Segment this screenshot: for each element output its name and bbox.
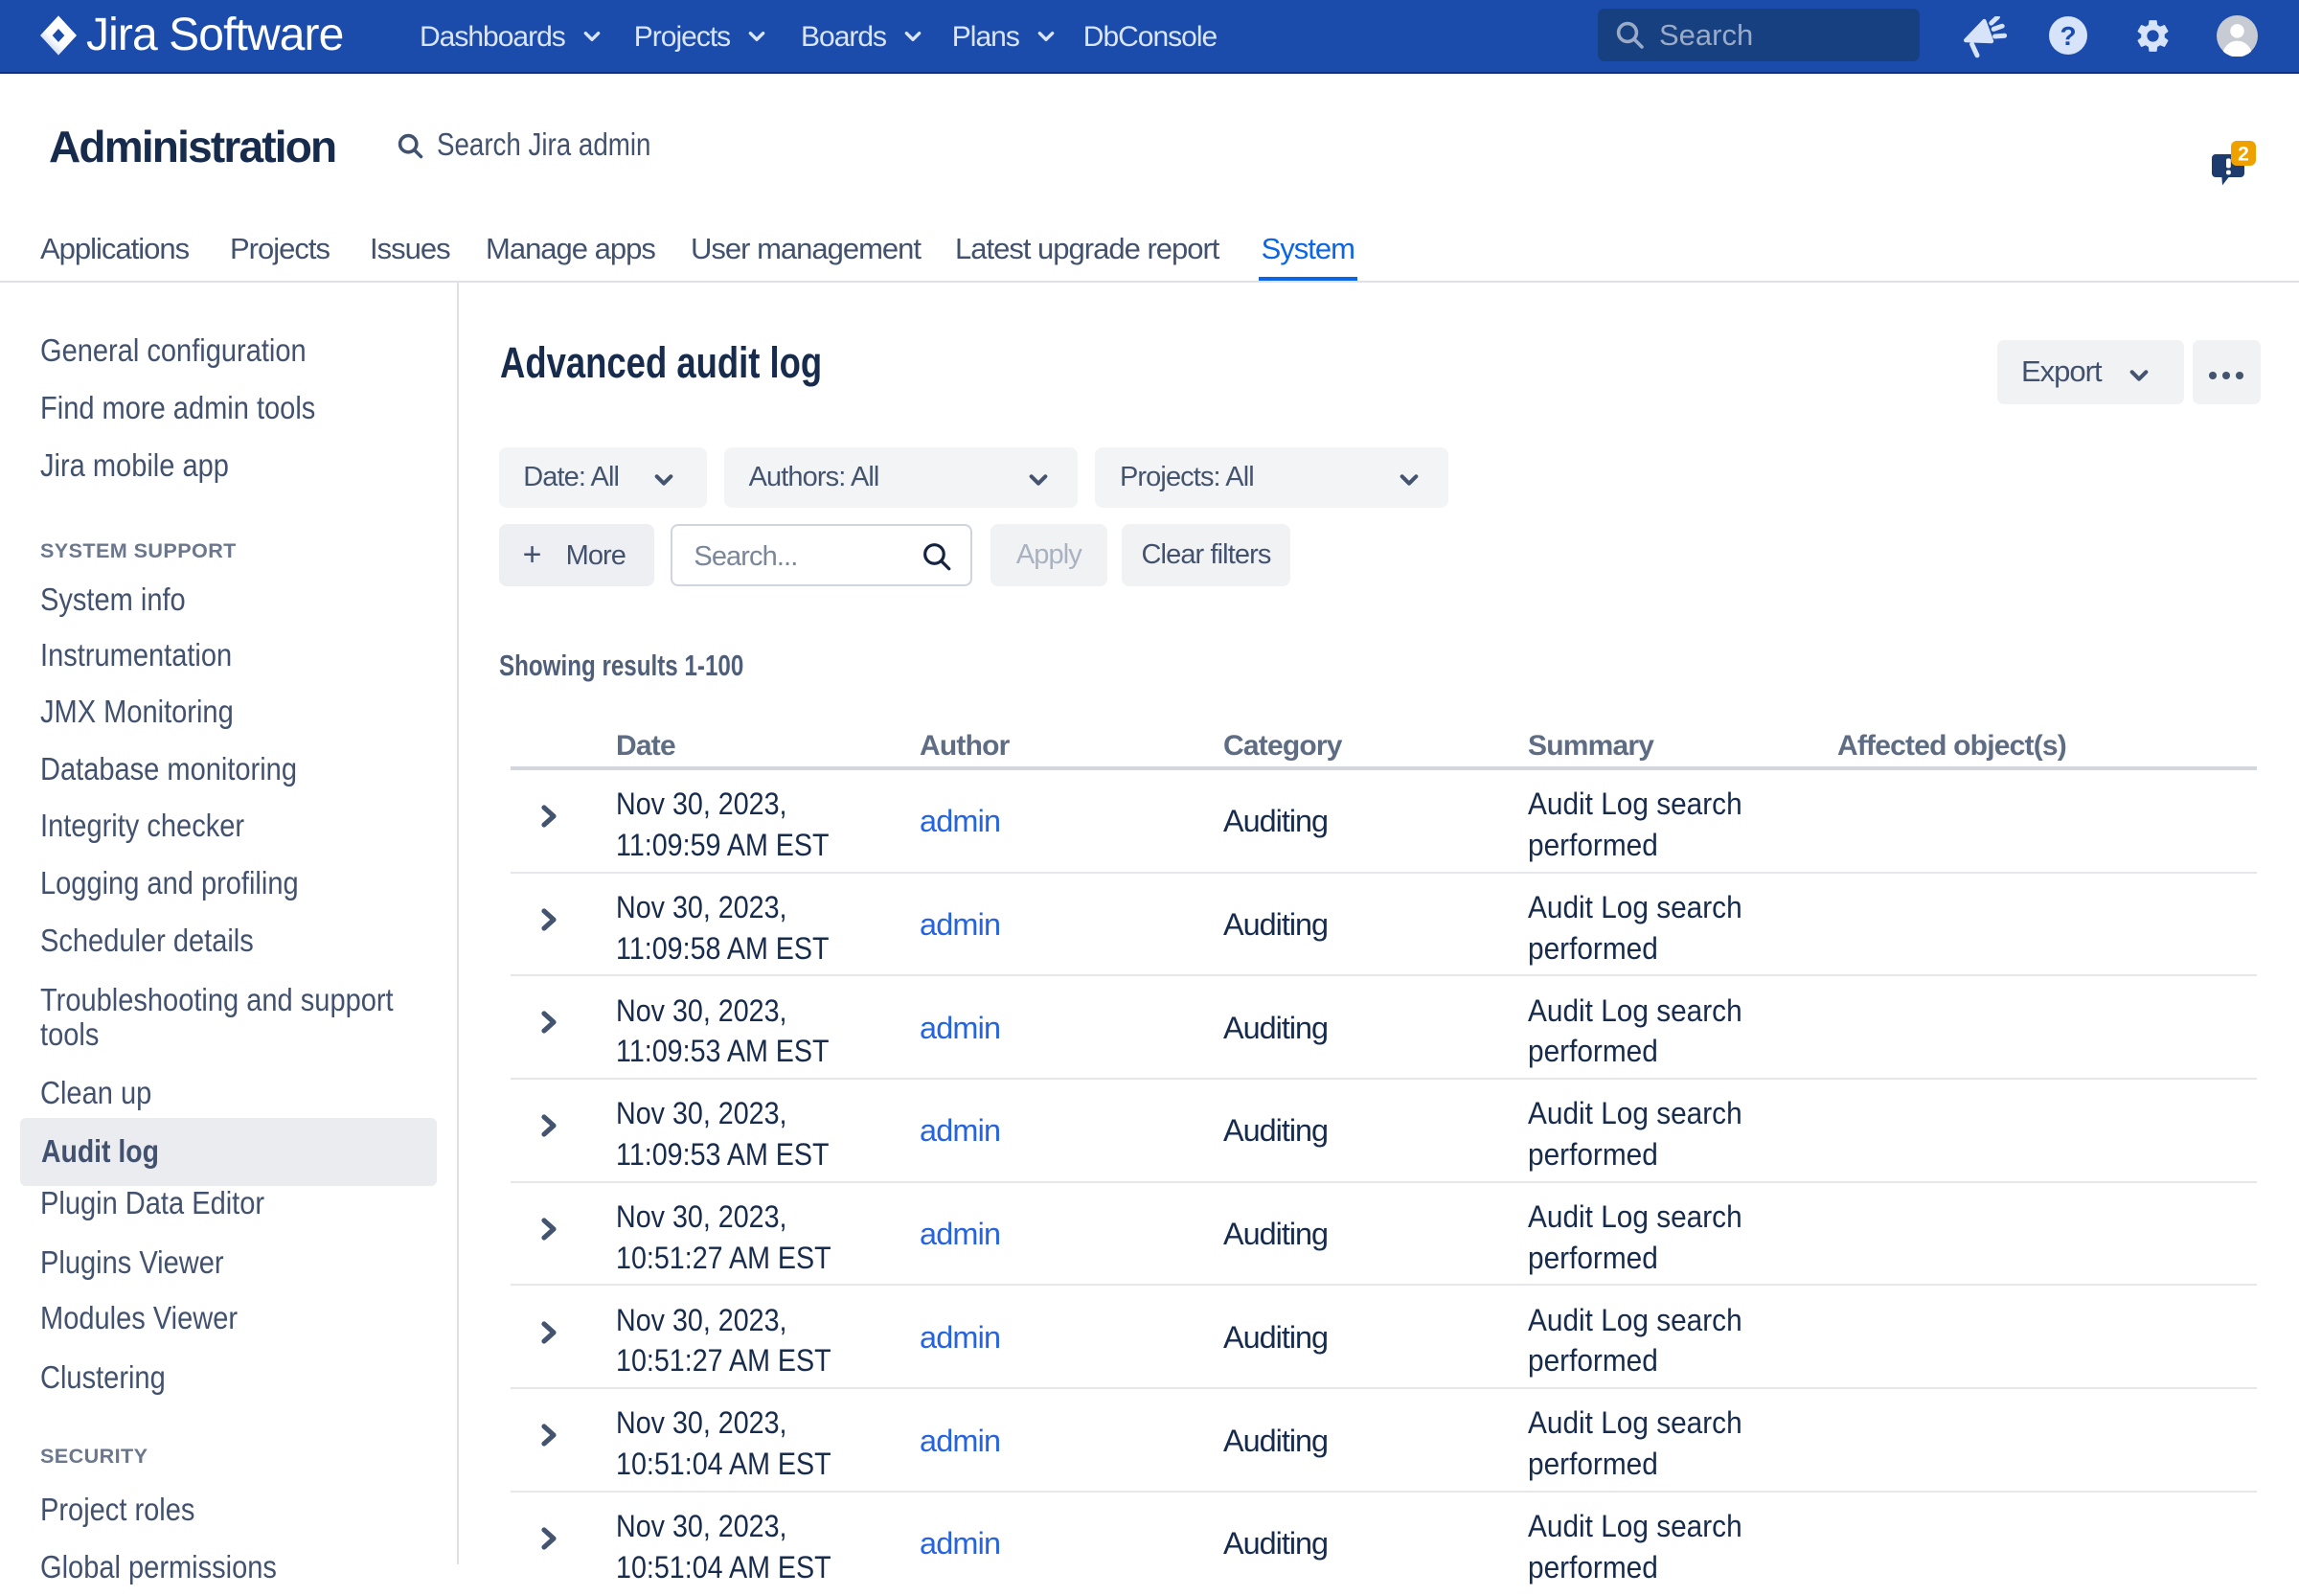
svg-text:?: ? bbox=[2060, 21, 2076, 51]
svg-text:2: 2 bbox=[2238, 143, 2249, 165]
